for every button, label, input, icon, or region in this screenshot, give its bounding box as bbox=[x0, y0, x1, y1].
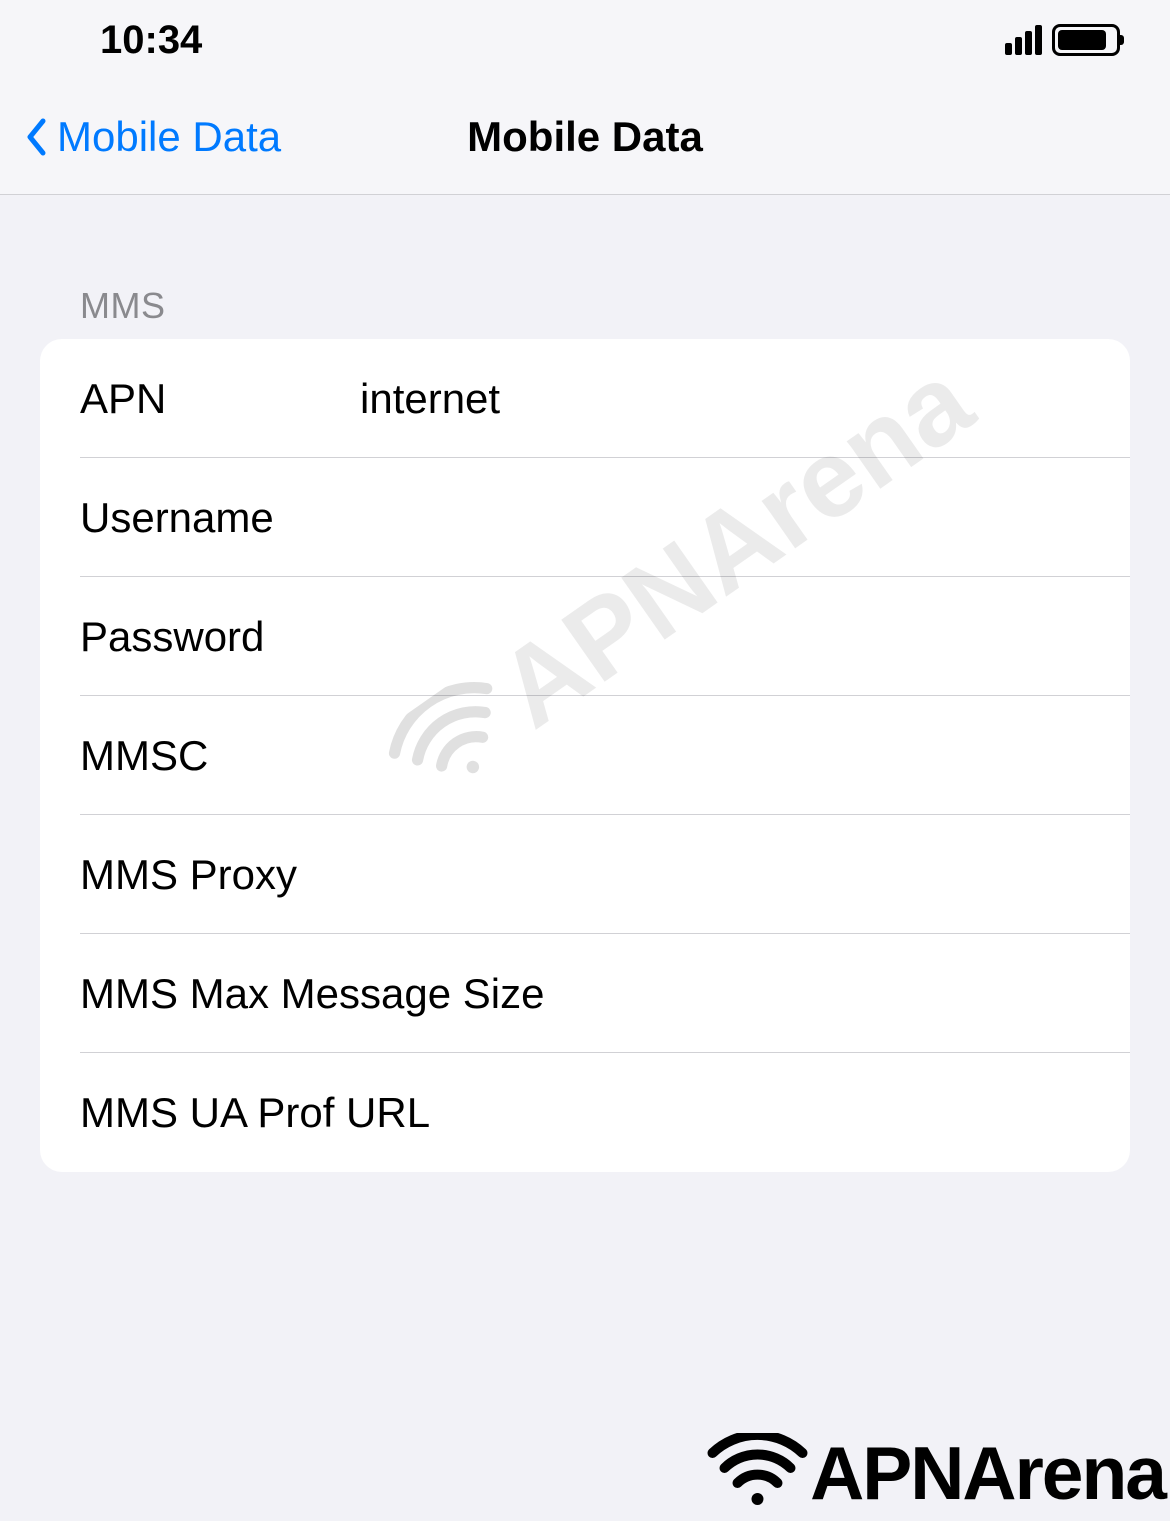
label-password: Password bbox=[80, 613, 360, 661]
brand-logo-text: APNArena bbox=[810, 1430, 1165, 1516]
status-time: 10:34 bbox=[100, 18, 202, 63]
wifi-icon bbox=[705, 1433, 810, 1513]
row-mms-proxy[interactable]: MMS Proxy bbox=[40, 815, 1130, 934]
label-mms-ua-prof: MMS UA Prof URL bbox=[80, 1089, 430, 1137]
navigation-bar: Mobile Data Mobile Data bbox=[0, 80, 1170, 195]
input-mms-proxy[interactable] bbox=[360, 851, 1090, 899]
row-mmsc[interactable]: MMSC bbox=[40, 696, 1130, 815]
settings-group-mms: APN Username Password MMSC MMS Proxy MMS… bbox=[40, 339, 1130, 1172]
status-bar: 10:34 bbox=[0, 0, 1170, 80]
status-indicators bbox=[1005, 24, 1120, 56]
input-mmsc[interactable] bbox=[360, 732, 1090, 780]
label-mmsc: MMSC bbox=[80, 732, 360, 780]
chevron-left-icon bbox=[25, 118, 47, 156]
back-button[interactable]: Mobile Data bbox=[25, 113, 281, 161]
brand-logo: APNArena bbox=[705, 1430, 1165, 1516]
row-password[interactable]: Password bbox=[40, 577, 1130, 696]
label-mms-max-size: MMS Max Message Size bbox=[80, 970, 544, 1018]
section-header-mms: MMS bbox=[0, 195, 1170, 339]
input-apn[interactable] bbox=[360, 375, 1090, 423]
row-username[interactable]: Username bbox=[40, 458, 1130, 577]
row-mms-max-size[interactable]: MMS Max Message Size bbox=[40, 934, 1130, 1053]
label-apn: APN bbox=[80, 375, 360, 423]
label-mms-proxy: MMS Proxy bbox=[80, 851, 360, 899]
label-username: Username bbox=[80, 494, 360, 542]
row-mms-ua-prof[interactable]: MMS UA Prof URL bbox=[40, 1053, 1130, 1172]
input-username[interactable] bbox=[360, 494, 1090, 542]
cellular-signal-icon bbox=[1005, 25, 1042, 55]
battery-icon bbox=[1052, 24, 1120, 56]
input-password[interactable] bbox=[360, 613, 1090, 661]
back-label: Mobile Data bbox=[57, 113, 281, 161]
row-apn[interactable]: APN bbox=[40, 339, 1130, 458]
